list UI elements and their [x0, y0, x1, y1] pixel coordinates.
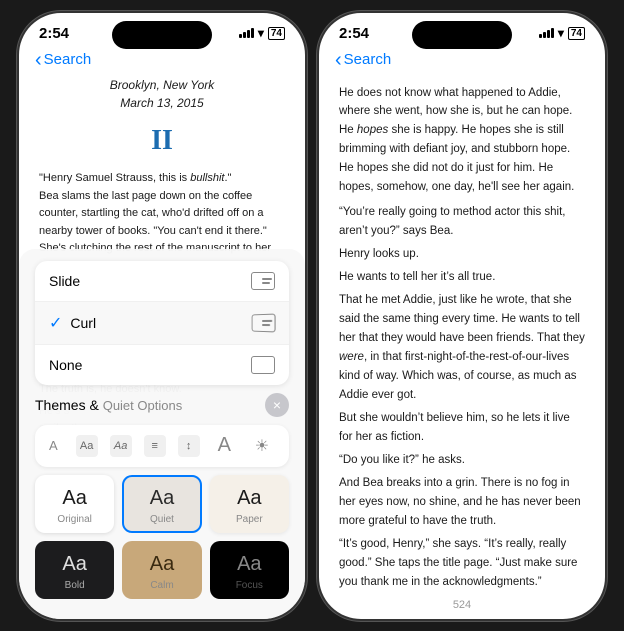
theme-label-bold: Bold: [65, 580, 85, 591]
theme-aa-bold: Aa: [62, 553, 86, 576]
book-text-p5: But she wouldn’t believe him, so he lets…: [339, 409, 585, 447]
theme-aa-quiet: Aa: [150, 487, 174, 510]
chapter-number: II: [39, 119, 285, 162]
time-left: 2:54: [39, 25, 69, 42]
wifi-icon-left: ▾: [258, 26, 264, 40]
book-text-p2: Henry looks up.: [339, 245, 585, 264]
nav-bar-left: ‹ Search: [19, 46, 305, 76]
theme-label-quiet: Quiet: [150, 514, 174, 525]
theme-card-original[interactable]: Aa Original: [35, 475, 114, 533]
status-icons-right: ▾ 74: [539, 26, 585, 40]
themes-title: Themes & Quiet Options: [35, 397, 182, 413]
book-text-p6: “Do you like it?” he asks.: [339, 451, 585, 470]
font-style-icon[interactable]: Aa: [110, 435, 132, 457]
back-label-right: Search: [344, 51, 392, 68]
curl-icon: [252, 313, 276, 332]
dynamic-island: [112, 21, 212, 49]
theme-aa-focus: Aa: [237, 553, 261, 576]
phones-container: 2:54 ▾ 74 ‹ S: [17, 11, 607, 621]
battery-right: 74: [568, 27, 585, 40]
none-label: None: [49, 357, 82, 373]
slide-options: Slide ✓ Curl: [35, 261, 289, 385]
slide-option-none[interactable]: None: [35, 345, 289, 385]
font-alt-icon[interactable]: ↕: [178, 435, 200, 457]
time-right: 2:54: [339, 25, 369, 42]
book-text-p4: That he met Addie, just like he wrote, t…: [339, 291, 585, 405]
font-size-large-a[interactable]: A: [218, 434, 231, 457]
theme-label-focus: Focus: [236, 580, 263, 591]
none-icon: [251, 356, 275, 374]
slide-option-slide[interactable]: Slide: [35, 261, 289, 302]
theme-grid: Aa Original Aa Quiet Aa Paper: [35, 475, 289, 599]
theme-card-paper[interactable]: Aa Paper: [210, 475, 289, 533]
left-phone: 2:54 ▾ 74 ‹ S: [17, 11, 307, 621]
curl-label: Curl: [70, 315, 96, 331]
slide-icon: [251, 272, 275, 290]
close-button[interactable]: ×: [265, 393, 289, 417]
page-number: 524: [319, 595, 605, 619]
font-format-icon[interactable]: ≡: [144, 435, 166, 457]
theme-aa-paper: Aa: [237, 487, 261, 510]
status-icons-left: ▾ 74: [239, 26, 285, 40]
overlay-panel: Slide ✓ Curl: [19, 249, 305, 619]
book-text-p7: And Bea breaks into a grin. There is no …: [339, 474, 585, 531]
right-phone: 2:54 ▾ 74 ‹ S: [317, 11, 607, 621]
dynamic-island-right: [412, 21, 512, 49]
back-button-left[interactable]: ‹ Search: [35, 50, 91, 70]
book-header: Brooklyn, New York March 13, 2015: [39, 76, 285, 113]
theme-card-bold[interactable]: Aa Bold: [35, 541, 114, 599]
themes-header: Themes & Quiet Options ×: [35, 393, 289, 417]
back-arrow-right: ‹: [335, 50, 342, 70]
signal-icon-left: [239, 28, 254, 38]
wifi-icon-right: ▾: [558, 26, 564, 40]
battery-left: 74: [268, 27, 285, 40]
theme-card-focus[interactable]: Aa Focus: [210, 541, 289, 599]
book-text-intro: He does not know what happened to Addie,…: [339, 84, 585, 198]
theme-card-quiet[interactable]: Aa Quiet: [122, 475, 201, 533]
book-text-p1: “You’re really going to method actor thi…: [339, 203, 585, 241]
font-size-row: A Aa Aa ≡ ↕ A ☀: [35, 425, 289, 467]
book-text-p8: “It’s good, Henry,” she says. “It’s real…: [339, 535, 585, 592]
slide-option-curl[interactable]: ✓ Curl: [35, 302, 289, 345]
back-arrow-left: ‹: [35, 50, 42, 70]
font-controls: Aa Aa ≡ ↕: [76, 435, 200, 457]
book-text-p3: He wants to tell her it’s all true.: [339, 268, 585, 287]
theme-label-original: Original: [57, 514, 91, 525]
back-label-left: Search: [44, 51, 92, 68]
checkmark-curl: ✓: [49, 313, 62, 333]
slide-label: Slide: [49, 273, 80, 289]
theme-label-paper: Paper: [236, 514, 263, 525]
font-size-small-a[interactable]: A: [49, 438, 58, 453]
back-button-right[interactable]: ‹ Search: [335, 50, 391, 70]
theme-aa-calm: Aa: [150, 553, 174, 576]
reading-content: He does not know what happened to Addie,…: [319, 76, 605, 595]
nav-bar-right: ‹ Search: [319, 46, 605, 76]
theme-card-calm[interactable]: Aa Calm: [122, 541, 201, 599]
theme-aa-original: Aa: [62, 487, 86, 510]
signal-icon-right: [539, 28, 554, 38]
font-type-icon[interactable]: Aa: [76, 435, 98, 457]
theme-label-calm: Calm: [150, 580, 173, 591]
brightness-icon[interactable]: ☀: [249, 433, 275, 459]
